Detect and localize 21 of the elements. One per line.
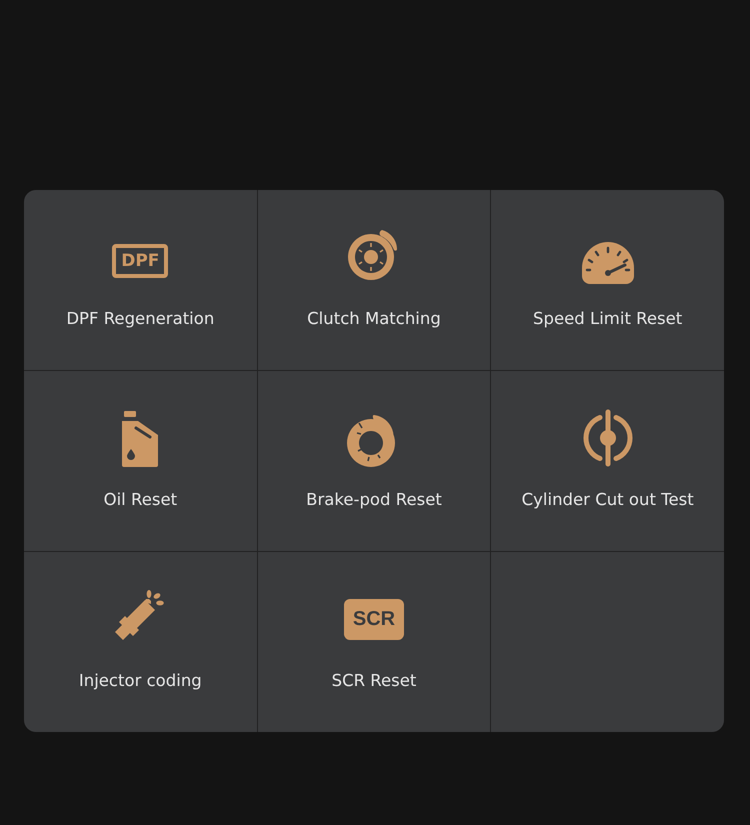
tool-label: Injector coding — [78, 671, 202, 690]
speedometer-icon — [580, 240, 636, 286]
tool-tile[interactable]: Clutch Matching — [258, 190, 490, 370]
tool-tile[interactable]: Speed Limit Reset — [491, 190, 724, 370]
tool-tile[interactable]: DPF DPF Regeneration — [24, 190, 257, 370]
tool-tile[interactable]: Injector coding — [24, 552, 257, 732]
tool-label: Cylinder Cut out Test — [522, 490, 694, 509]
icon-badge: DPF — [112, 244, 168, 278]
tool-label: DPF Regeneration — [66, 309, 214, 328]
tool-label: Brake-pod Reset — [306, 490, 442, 509]
tool-tile[interactable]: Oil Reset — [24, 371, 257, 551]
tool-label: Speed Limit Reset — [533, 309, 682, 328]
cylinder-icon — [580, 409, 635, 467]
icon-badge: SCR — [344, 599, 404, 640]
tool-tile[interactable]: Cylinder Cut out Test — [491, 371, 724, 551]
tool-label: SCR Reset — [332, 671, 416, 690]
tool-tile[interactable]: SCR SCR Reset — [258, 552, 490, 732]
oil-can-icon — [120, 411, 160, 467]
tool-tile[interactable]: Brake-pod Reset — [258, 371, 490, 551]
tool-label: Oil Reset — [104, 490, 178, 509]
tool-label: Clutch Matching — [307, 309, 441, 328]
